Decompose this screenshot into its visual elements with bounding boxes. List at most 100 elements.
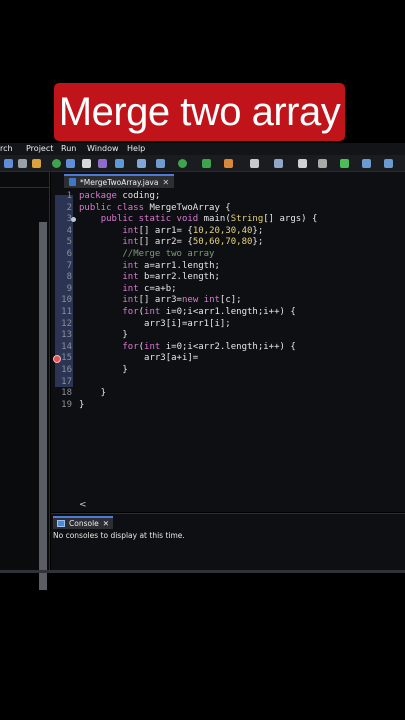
line-number: 1: [66, 191, 72, 201]
line-text: arr3[i]=arr1[i];: [79, 319, 231, 331]
forward-icon[interactable]: [384, 159, 393, 168]
code-line[interactable]: 1 package coding;: [51, 191, 405, 203]
search-tool-icon[interactable]: [137, 159, 146, 168]
code-line[interactable]: 16 }: [51, 365, 405, 377]
line-number: 5: [66, 237, 72, 248]
package-explorer-scrollbar[interactable]: [39, 222, 47, 590]
line-text: for(int i=0;i<arr2.length;i++) {: [79, 341, 296, 354]
code-token: main(: [203, 214, 231, 225]
code-line[interactable]: 17: [51, 377, 405, 389]
close-icon[interactable]: ✕: [103, 519, 109, 528]
code-editor[interactable]: *MergeTwoArray.java ✕ 1 package coding; 2 p…: [51, 172, 405, 512]
code-line[interactable]: 12 arr3[i]=arr1[i];: [51, 319, 405, 331]
new-file-icon[interactable]: [4, 159, 13, 168]
code-token: }: [79, 330, 128, 341]
line-text: public static void main(String[] args) {: [79, 214, 318, 226]
line-text: int a=arr1.length;: [79, 261, 220, 273]
tab-console[interactable]: Console ✕: [53, 516, 114, 529]
line-number: 6: [66, 249, 72, 259]
close-icon[interactable]: ✕: [162, 178, 169, 187]
line-number: 11: [61, 307, 72, 317]
tab-merge-two-array[interactable]: *MergeTwoArray.java ✕: [64, 174, 175, 188]
line-number: 17: [61, 376, 72, 387]
menu-run[interactable]: Run: [61, 144, 76, 153]
line-text: int[] arr2= {50,60,70,80};: [79, 237, 263, 249]
console-panel: Console ✕ No consoles to display at this…: [51, 513, 405, 570]
open-type-icon[interactable]: [274, 159, 283, 168]
line-number: 13: [61, 330, 72, 341]
open-icon[interactable]: [32, 159, 41, 168]
line-text: int[] arr3=new int[c];: [79, 295, 241, 307]
line-number: 8: [66, 272, 72, 283]
code-line[interactable]: 11 for(int i=0;i<arr1.length;i++) {: [51, 307, 405, 319]
code-token: i=0;i<arr1.length;i++) {: [165, 307, 296, 317]
next-annotation-icon[interactable]: [340, 159, 349, 168]
skip-icon[interactable]: [82, 159, 91, 168]
line-text: }: [79, 365, 127, 377]
run-icon[interactable]: [178, 159, 187, 168]
resume-icon[interactable]: [115, 159, 124, 168]
code-line[interactable]: 10 int[] arr3=new int[c];: [51, 295, 405, 307]
console-message: No consoles to display at this time.: [53, 531, 185, 540]
menu-window[interactable]: Window: [87, 144, 119, 153]
code-line[interactable]: 13 }: [51, 330, 405, 342]
step-icon[interactable]: [66, 159, 75, 168]
code-token: };: [252, 237, 264, 248]
code-line[interactable]: 6 //Merge two array: [51, 249, 405, 261]
status-bar: [0, 570, 405, 573]
code-token: int: [122, 283, 145, 294]
back-icon[interactable]: [362, 159, 371, 168]
code-token: [] args) {: [263, 214, 318, 225]
menu-search[interactable]: rch: [0, 144, 13, 153]
refresh-icon[interactable]: [156, 159, 165, 168]
menu-help[interactable]: Help: [127, 144, 145, 153]
toolbar: [0, 155, 405, 172]
toggle-icon[interactable]: [298, 159, 307, 168]
code-line[interactable]: 18 }: [51, 388, 405, 400]
title-banner: Merge two array: [54, 83, 345, 141]
code-line[interactable]: 2 public class MergeTwoArray {: [51, 203, 405, 215]
code-token: //Merge two array: [122, 249, 215, 259]
code-token: int: [122, 225, 139, 236]
code-token: arr3[a+i]=: [79, 353, 199, 364]
code-line[interactable]: 8 int b=arr2.length;: [51, 272, 405, 284]
package-explorer: [0, 172, 50, 590]
line-number: 19: [61, 399, 72, 410]
code-token: };: [252, 225, 264, 236]
scroll-left-icon[interactable]: <: [79, 500, 87, 510]
save-icon[interactable]: [18, 159, 27, 168]
annotation-icon[interactable]: [318, 159, 327, 168]
debug-icon[interactable]: [52, 159, 61, 168]
code-line[interactable]: 4 int[] arr1= {10,20,30,40};: [51, 226, 405, 238]
terminate-icon[interactable]: [98, 159, 107, 168]
code-token: int: [144, 307, 166, 317]
line-text: arr3[a+i]=: [79, 353, 198, 365]
line-text: int b=arr2.length;: [79, 272, 220, 284]
code-line[interactable]: 14 for(int i=0;i<arr2.length;i++) {: [51, 342, 405, 354]
code-token: int: [122, 260, 145, 271]
code-token: 50,60,70,80: [192, 237, 253, 248]
code-token: String: [230, 214, 264, 225]
code-line[interactable]: 15 arr3[a+i]=: [51, 353, 405, 365]
code-token: int: [144, 341, 166, 352]
code-line[interactable]: 7 int a=arr1.length;: [51, 261, 405, 273]
code-line[interactable]: 3 public static void main(String[] args)…: [51, 214, 405, 226]
code-token: i=0;i<arr2.length;i++) {: [165, 341, 296, 352]
run-as-icon[interactable]: [202, 159, 211, 168]
code-line[interactable]: 19}: [51, 400, 405, 412]
tab-label: *MergeTwoArray.java: [80, 177, 159, 187]
code-token: for: [122, 341, 139, 352]
menu-project[interactable]: Project: [26, 144, 53, 153]
code-line[interactable]: 9 int c=a+b;: [51, 284, 405, 296]
external-tools-icon[interactable]: [224, 159, 233, 168]
code-token: package: [79, 191, 123, 201]
code-token: b=arr2.length;: [144, 272, 220, 283]
line-number: 14: [61, 341, 72, 352]
code-token: coding;: [122, 191, 161, 201]
new-class-icon[interactable]: [250, 159, 259, 168]
code-line[interactable]: 5 int[] arr2= {50,60,70,80};: [51, 237, 405, 249]
